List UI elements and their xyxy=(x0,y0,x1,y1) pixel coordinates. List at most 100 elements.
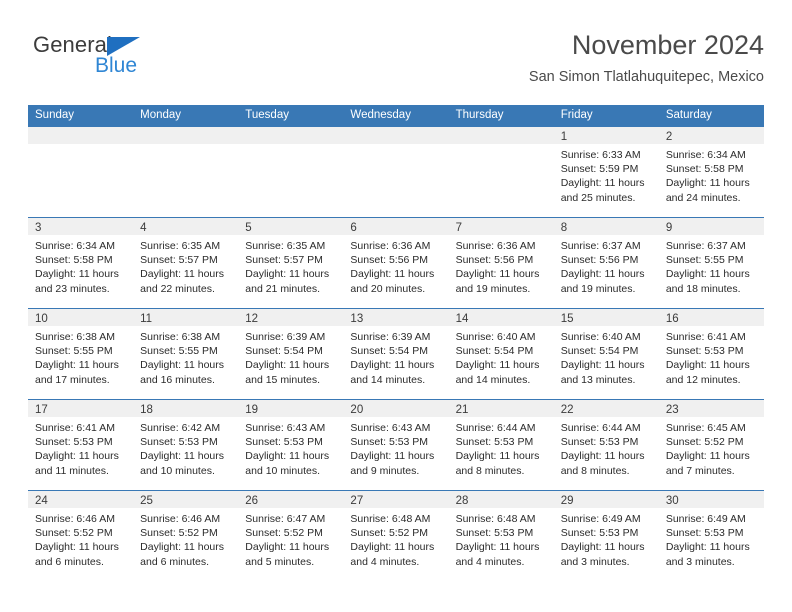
day-number: 22 xyxy=(560,404,574,416)
daylight-text: Daylight: 11 hours xyxy=(350,359,435,372)
day-cell[interactable]: 13 Sunrise: 6:39 AM Sunset: 5:54 PM Dayligh… xyxy=(343,309,449,399)
day-cell[interactable]: 6 Sunrise: 6:36 AM Sunset: 5:56 PM Daylight… xyxy=(343,218,449,308)
daylight-text: and 6 minutes. xyxy=(35,555,104,568)
day-number-strip: 24 xyxy=(28,491,134,508)
day-cell[interactable]: 1 Sunrise: 6:33 AM Sunset: 5:59 PM Daylight… xyxy=(553,127,659,217)
daylight-text: Daylight: 11 hours xyxy=(350,541,435,554)
day-cell[interactable]: 25 Sunrise: 6:46 AM Sunset: 5:52 PM Dayligh… xyxy=(133,491,239,581)
calendar-grid: Sunday Monday Tuesday Wednesday Thursday Frid… xyxy=(28,105,764,581)
calendar-page: General Blue November 2024 San Simon Tla… xyxy=(0,0,792,612)
daylight-text: and 8 minutes. xyxy=(455,464,525,477)
day-cell[interactable]: 24 Sunrise: 6:46 AM Sunset: 5:52 PM Dayligh… xyxy=(28,491,134,581)
day-details: Sunrise: 6:38 AM Sunset: 5:55 PM Daylight:… xyxy=(133,326,238,387)
day-cell[interactable]: 21 Sunrise: 6:44 AM Sunset: 5:53 PM Dayligh… xyxy=(448,400,554,490)
day-number-strip: 12 xyxy=(238,309,344,326)
sunset-text: Sunset: 5:53 PM xyxy=(245,436,323,449)
sunrise-text: Sunrise: 6:36 AM xyxy=(455,240,536,252)
weekday-header-sunday: Sunday xyxy=(35,109,75,121)
day-cell[interactable]: 3 Sunrise: 6:34 AM Sunset: 5:58 PM Daylight… xyxy=(28,218,134,308)
sunset-text: Sunset: 5:58 PM xyxy=(35,254,113,267)
day-cell[interactable]: 30 Sunrise: 6:49 AM Sunset: 5:53 PM Dayligh… xyxy=(658,491,764,581)
day-cell[interactable]: 16 Sunrise: 6:41 AM Sunset: 5:53 PM Dayligh… xyxy=(658,309,764,399)
day-number: 28 xyxy=(455,495,469,507)
day-cell[interactable]: 2 Sunrise: 6:34 AM Sunset: 5:58 PM Daylight… xyxy=(658,127,764,217)
day-cell[interactable]: 4 Sunrise: 6:35 AM Sunset: 5:57 PM Daylight… xyxy=(133,218,239,308)
day-number-strip: 26 xyxy=(238,491,344,508)
day-cell[interactable]: 17 Sunrise: 6:41 AM Sunset: 5:53 PM Dayligh… xyxy=(28,400,134,490)
day-cell-empty xyxy=(448,127,554,217)
day-cell[interactable]: 19 Sunrise: 6:43 AM Sunset: 5:53 PM Dayligh… xyxy=(238,400,344,490)
calendar-weeks: 1 Sunrise: 6:33 AM Sunset: 5:59 PM Daylight… xyxy=(28,126,764,581)
day-number-strip: 2 xyxy=(658,127,764,144)
day-cell[interactable]: 26 Sunrise: 6:47 AM Sunset: 5:52 PM Dayligh… xyxy=(238,491,344,581)
sunset-text: Sunset: 5:53 PM xyxy=(455,436,534,449)
sunset-text: Sunset: 5:56 PM xyxy=(455,254,534,267)
sunset-text: Sunset: 5:53 PM xyxy=(140,436,218,449)
daylight-text: and 16 minutes. xyxy=(140,373,215,386)
day-number: 17 xyxy=(35,404,48,416)
weekday-header-monday: Monday xyxy=(140,109,182,121)
day-number-strip: 6 xyxy=(343,218,449,235)
sunrise-text: Sunrise: 6:44 AM xyxy=(560,422,641,434)
day-number: 3 xyxy=(35,222,42,234)
daylight-text: Daylight: 11 hours xyxy=(665,541,750,554)
day-cell[interactable]: 11 Sunrise: 6:38 AM Sunset: 5:55 PM Dayligh… xyxy=(133,309,239,399)
day-cell[interactable]: 29 Sunrise: 6:49 AM Sunset: 5:53 PM Dayligh… xyxy=(553,491,659,581)
daylight-text: and 21 minutes. xyxy=(245,282,320,295)
sunset-text: Sunset: 5:55 PM xyxy=(140,345,218,358)
sunrise-text: Sunrise: 6:43 AM xyxy=(350,422,431,434)
day-cell[interactable]: 10 Sunrise: 6:38 AM Sunset: 5:55 PM Dayligh… xyxy=(28,309,134,399)
sunrise-text: Sunrise: 6:35 AM xyxy=(140,240,221,252)
day-cell[interactable]: 22 Sunrise: 6:44 AM Sunset: 5:53 PM Dayligh… xyxy=(553,400,659,490)
day-details: Sunrise: 6:43 AM Sunset: 5:53 PM Daylight:… xyxy=(238,417,343,478)
day-number: 13 xyxy=(350,313,364,325)
day-cell[interactable]: 5 Sunrise: 6:35 AM Sunset: 5:57 PM Daylight… xyxy=(238,218,344,308)
sunset-text: Sunset: 5:52 PM xyxy=(245,527,323,540)
day-number-strip: 23 xyxy=(658,400,764,417)
sunset-text: Sunset: 5:54 PM xyxy=(245,345,323,358)
day-cell-empty xyxy=(133,127,239,217)
day-number-strip: 8 xyxy=(553,218,659,235)
day-cell[interactable]: 28 Sunrise: 6:48 AM Sunset: 5:53 PM Dayligh… xyxy=(448,491,554,581)
daylight-text: Daylight: 11 hours xyxy=(350,268,435,281)
day-cell[interactable]: 8 Sunrise: 6:37 AM Sunset: 5:56 PM Daylight… xyxy=(553,218,659,308)
day-details: Sunrise: 6:37 AM Sunset: 5:56 PM Daylight:… xyxy=(554,235,659,296)
day-details: Sunrise: 6:46 AM Sunset: 5:52 PM Daylight:… xyxy=(28,508,133,569)
day-number: 4 xyxy=(140,222,147,234)
day-details: Sunrise: 6:39 AM Sunset: 5:54 PM Daylight:… xyxy=(343,326,448,387)
day-cell[interactable]: 18 Sunrise: 6:42 AM Sunset: 5:53 PM Dayligh… xyxy=(133,400,239,490)
day-number-strip: 15 xyxy=(553,309,659,326)
daylight-text: Daylight: 11 hours xyxy=(35,359,119,372)
day-number-strip: 1 xyxy=(553,127,659,144)
day-cell[interactable]: 20 Sunrise: 6:43 AM Sunset: 5:53 PM Dayligh… xyxy=(343,400,449,490)
day-cell[interactable]: 12 Sunrise: 6:39 AM Sunset: 5:54 PM Dayligh… xyxy=(238,309,344,399)
day-details xyxy=(238,144,343,148)
day-cell[interactable]: 27 Sunrise: 6:48 AM Sunset: 5:52 PM Dayligh… xyxy=(343,491,449,581)
daylight-text: and 3 minutes. xyxy=(665,555,735,568)
day-cell[interactable]: 14 Sunrise: 6:40 AM Sunset: 5:54 PM Dayligh… xyxy=(448,309,554,399)
day-details: Sunrise: 6:39 AM Sunset: 5:54 PM Daylight:… xyxy=(238,326,343,387)
daylight-text: and 17 minutes. xyxy=(35,373,110,386)
daylight-text: and 14 minutes. xyxy=(350,373,426,386)
weekday-header-row: Sunday Monday Tuesday Wednesday Thursday Frid… xyxy=(28,105,764,126)
sunset-text: Sunset: 5:53 PM xyxy=(560,436,639,449)
calendar-week-row: 17 Sunrise: 6:41 AM Sunset: 5:53 PM Dayligh… xyxy=(28,399,764,490)
sunrise-text: Sunrise: 6:44 AM xyxy=(455,422,536,434)
daylight-text: and 4 minutes. xyxy=(350,555,420,568)
day-cell[interactable]: 23 Sunrise: 6:45 AM Sunset: 5:52 PM Dayligh… xyxy=(658,400,764,490)
daylight-text: and 4 minutes. xyxy=(455,555,525,568)
general-blue-logo[interactable]: General Blue xyxy=(33,32,233,88)
daylight-text: and 13 minutes. xyxy=(560,373,636,386)
daylight-text: Daylight: 11 hours xyxy=(140,359,224,372)
day-number: 25 xyxy=(140,495,153,507)
daylight-text: Daylight: 11 hours xyxy=(245,541,330,554)
day-number: 27 xyxy=(350,495,364,507)
daylight-text: Daylight: 11 hours xyxy=(665,359,750,372)
day-cell[interactable]: 7 Sunrise: 6:36 AM Sunset: 5:56 PM Daylight… xyxy=(448,218,554,308)
sunrise-text: Sunrise: 6:35 AM xyxy=(245,240,326,252)
daylight-text: Daylight: 11 hours xyxy=(245,268,330,281)
day-cell[interactable]: 9 Sunrise: 6:37 AM Sunset: 5:55 PM Daylight… xyxy=(658,218,764,308)
day-details xyxy=(28,144,133,148)
sunrise-text: Sunrise: 6:43 AM xyxy=(245,422,326,434)
day-cell[interactable]: 15 Sunrise: 6:40 AM Sunset: 5:54 PM Dayligh… xyxy=(553,309,659,399)
